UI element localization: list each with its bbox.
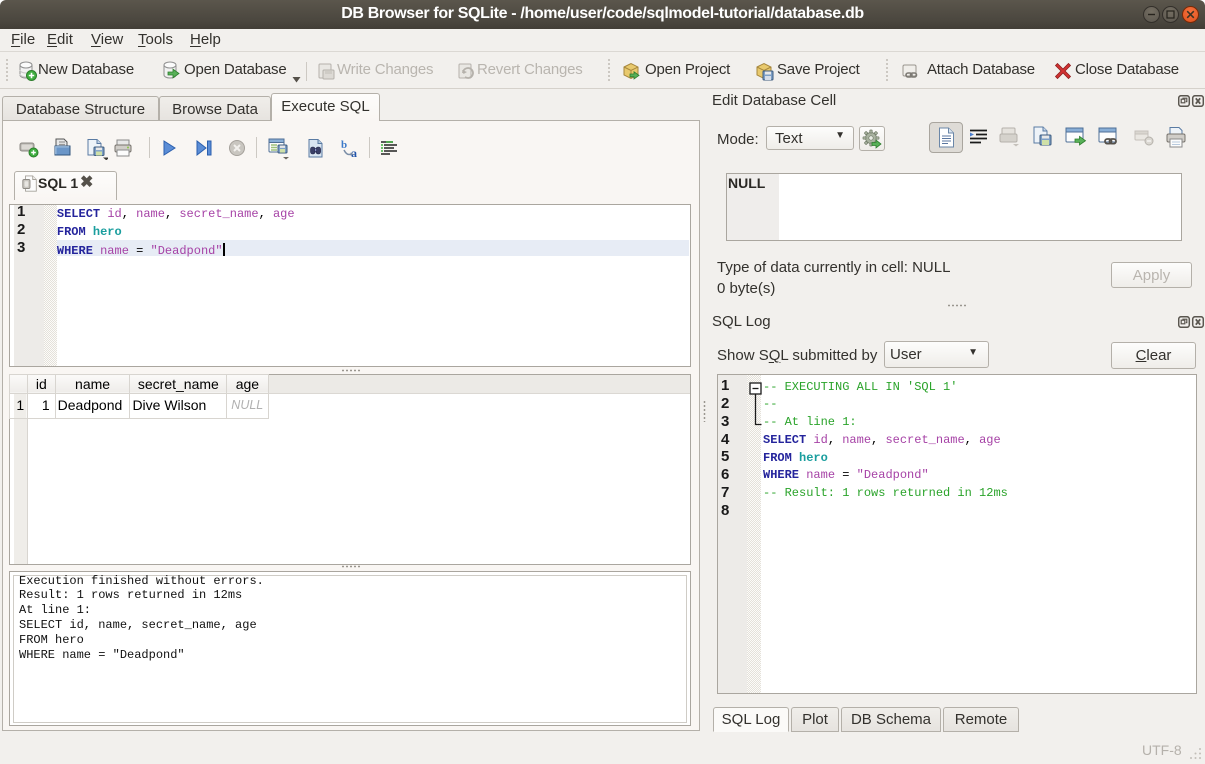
svg-text:a: a bbox=[351, 146, 357, 159]
svg-text:b: b bbox=[341, 139, 347, 151]
